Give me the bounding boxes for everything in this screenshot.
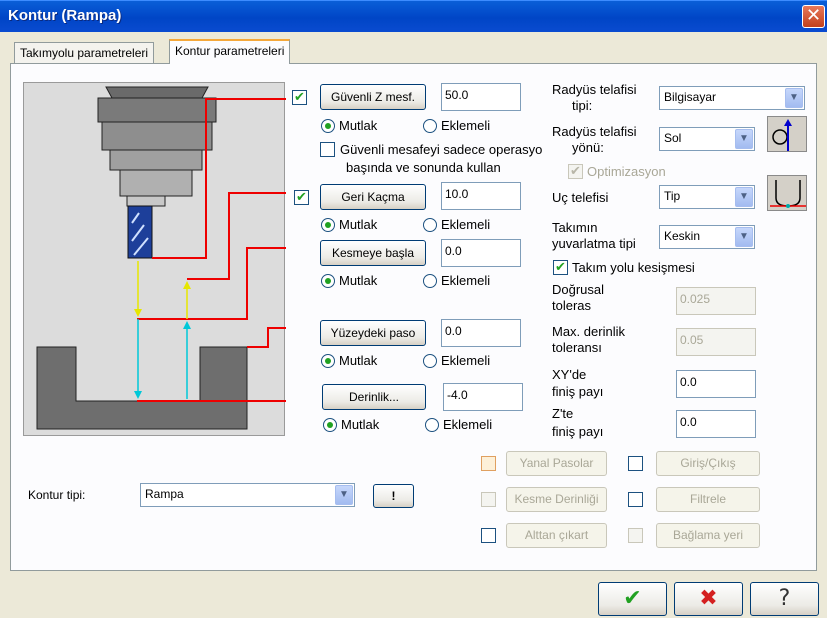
- top-stock-incremental-radio[interactable]: [423, 354, 437, 368]
- top-stock-incremental-label: Eklemeli: [441, 353, 491, 368]
- max-depth-tol-label-line2: toleransı: [552, 340, 602, 355]
- tip-comp-icon: [767, 175, 807, 211]
- optimize-checkbox[interactable]: ✔: [568, 164, 583, 179]
- xy-stock-label-line1: XY'de: [552, 367, 587, 382]
- linear-tol-label-line1: Doğrusal: [552, 282, 605, 297]
- z-stock-input[interactable]: 0.0: [676, 410, 756, 438]
- roll-cutter-select[interactable]: Keskin ▼: [659, 225, 755, 249]
- tip-comp-label: Uç telefisi: [552, 190, 609, 205]
- depth-incremental-label: Eklemeli: [443, 417, 493, 432]
- filter-checkbox[interactable]: [628, 492, 643, 507]
- safe-z-checkbox[interactable]: ✔: [292, 90, 307, 105]
- lead-in-out-button[interactable]: Giriş/Çıkış: [656, 451, 760, 476]
- retract-incremental-radio[interactable]: [423, 218, 437, 232]
- contour-type-label: Kontur tipi:: [28, 488, 86, 502]
- contour-type-value: Rampa: [145, 487, 184, 501]
- infinite-look-label: Takım yolu kesişmesi: [572, 260, 695, 275]
- xy-stock-input[interactable]: 0.0: [676, 370, 756, 398]
- retract-absolute-label: Mutlak: [339, 217, 378, 232]
- ok-button[interactable]: ✔: [598, 582, 667, 616]
- close-button[interactable]: ✕: [802, 5, 825, 28]
- tip-comp-value: Tip: [664, 189, 681, 203]
- comp-dir-label-line2: yönü:: [572, 140, 604, 155]
- z-stock-label-line1: Z'te: [552, 406, 574, 421]
- lead-in-out-checkbox[interactable]: [628, 456, 643, 471]
- comp-direction-icon: [767, 116, 807, 152]
- chevron-down-icon[interactable]: ▼: [785, 88, 803, 108]
- top-stock-button[interactable]: Yüzeydeki paso: [320, 320, 426, 346]
- feed-plane-absolute-label: Mutlak: [339, 273, 378, 288]
- comp-type-value: Bilgisayar: [664, 90, 717, 104]
- max-depth-tol-input[interactable]: 0.05: [676, 328, 756, 356]
- chevron-down-icon[interactable]: ▼: [335, 485, 353, 505]
- roll-cutter-label-line2: yuvarlatma tipi: [552, 236, 636, 251]
- depth-absolute-radio[interactable]: [323, 418, 337, 432]
- safe-z-input[interactable]: 50.0: [441, 83, 521, 111]
- comp-type-label-line1: Radyüs telafisi: [552, 82, 637, 97]
- lateral-passes-button[interactable]: Yanal Pasolar: [506, 451, 607, 476]
- max-depth-tol-label-line1: Max. derinlik: [552, 324, 625, 339]
- help-button[interactable]: ?: [750, 582, 819, 616]
- linear-tol-label-line2: toleras: [552, 298, 592, 313]
- feed-plane-incremental-radio[interactable]: [423, 274, 437, 288]
- depth-cuts-button[interactable]: Kesme Derinliği: [506, 487, 607, 512]
- safe-z-absolute-label: Mutlak: [339, 118, 378, 133]
- optimize-label: Optimizasyon: [587, 164, 666, 179]
- depth-cuts-checkbox[interactable]: [481, 492, 496, 507]
- comp-type-label-line2: tipi:: [572, 98, 593, 113]
- safe-z-incremental-radio[interactable]: [423, 119, 437, 133]
- title-bar: Kontur (Rampa) ✕: [0, 0, 827, 32]
- safe-z-incremental-label: Eklemeli: [441, 118, 491, 133]
- tabs-button[interactable]: Bağlama yeri: [656, 523, 760, 548]
- filter-button[interactable]: Filtrele: [656, 487, 760, 512]
- linear-tol-input[interactable]: 0.025: [676, 287, 756, 315]
- lateral-passes-checkbox[interactable]: [481, 456, 496, 471]
- retract-input[interactable]: 10.0: [441, 182, 521, 210]
- roll-cutter-value: Keskin: [664, 229, 701, 243]
- retract-checkbox[interactable]: ✔: [294, 190, 309, 205]
- safe-only-label-line1: Güvenli mesafeyi sadece operasyo: [340, 142, 543, 157]
- feed-plane-input[interactable]: 0.0: [441, 239, 521, 267]
- depth-incremental-radio[interactable]: [425, 418, 439, 432]
- comp-dir-select[interactable]: Sol ▼: [659, 127, 755, 151]
- infinite-look-checkbox[interactable]: ✔: [553, 260, 568, 275]
- top-stock-absolute-label: Mutlak: [339, 353, 378, 368]
- feed-plane-incremental-label: Eklemeli: [441, 273, 491, 288]
- break-through-checkbox[interactable]: [481, 528, 496, 543]
- safe-z-absolute-radio[interactable]: [321, 119, 335, 133]
- tab-toolpath-parameters[interactable]: Takımyolu parametreleri: [14, 42, 155, 64]
- chevron-down-icon[interactable]: ▼: [735, 227, 753, 247]
- safe-only-checkbox[interactable]: [320, 142, 335, 157]
- xy-stock-label-line2: finiş payı: [552, 384, 604, 399]
- top-stock-absolute-radio[interactable]: [321, 354, 335, 368]
- retract-absolute-radio[interactable]: [321, 218, 335, 232]
- contour-type-select[interactable]: Rampa ▼: [140, 483, 355, 507]
- cancel-button[interactable]: ✖: [674, 582, 743, 616]
- depth-input[interactable]: -4.0: [443, 383, 523, 411]
- comp-dir-value: Sol: [664, 131, 682, 145]
- z-stock-label-line2: finiş payı: [552, 424, 604, 439]
- window-title: Kontur (Rampa): [8, 7, 122, 24]
- tab-contour-parameters[interactable]: Kontur parametreleri: [169, 39, 291, 64]
- tip-comp-select[interactable]: Tip ▼: [659, 185, 755, 209]
- safe-only-label-line2: başında ve sonunda kullan: [346, 160, 501, 175]
- contour-type-help-button[interactable]: !: [373, 484, 414, 508]
- chevron-down-icon[interactable]: ▼: [735, 129, 753, 149]
- comp-type-select[interactable]: Bilgisayar ▼: [659, 86, 805, 110]
- depth-button[interactable]: Derinlik...: [322, 384, 426, 410]
- retract-button[interactable]: Geri Kaçma: [320, 184, 426, 210]
- chevron-down-icon[interactable]: ▼: [735, 187, 753, 207]
- break-through-button[interactable]: Alttan çıkart: [506, 523, 607, 548]
- contour-diagram: [23, 82, 286, 436]
- top-stock-input[interactable]: 0.0: [441, 319, 521, 347]
- depth-absolute-label: Mutlak: [341, 417, 380, 432]
- roll-cutter-label-line1: Takımın: [552, 220, 598, 235]
- feed-plane-absolute-radio[interactable]: [321, 274, 335, 288]
- comp-dir-label-line1: Radyüs telafisi: [552, 124, 637, 139]
- retract-incremental-label: Eklemeli: [441, 217, 491, 232]
- safe-z-button[interactable]: Güvenli Z mesf.: [320, 84, 426, 110]
- tabs-checkbox[interactable]: [628, 528, 643, 543]
- feed-plane-button[interactable]: Kesmeye başla: [320, 240, 426, 266]
